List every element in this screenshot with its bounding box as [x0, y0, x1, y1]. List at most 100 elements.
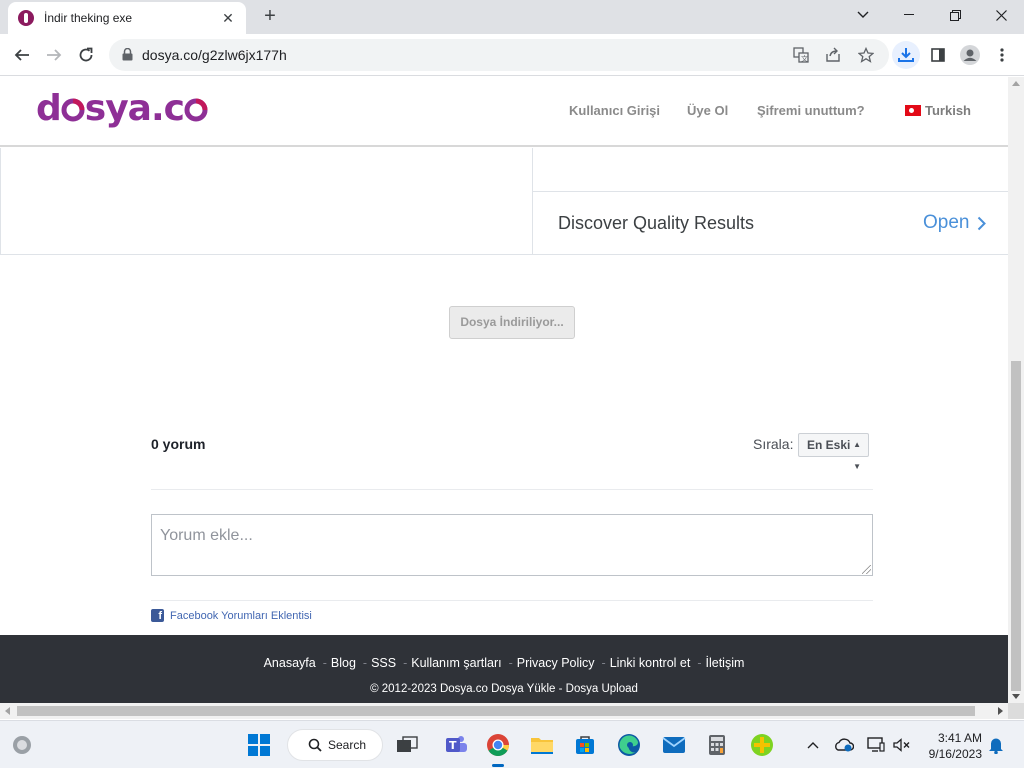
register-link[interactable]: Üye Ol [687, 103, 728, 118]
footer-link-terms[interactable]: Kullanım şartları [411, 656, 501, 670]
page-viewport: d sya.c Kullanıcı Girişi Üye Ol Şifremi u… [0, 77, 1008, 703]
site-favicon-icon [18, 10, 34, 26]
footer-link-blog[interactable]: Blog [331, 656, 356, 670]
site-footer: Anasayfa - Blog - SSS - Kullanım şartları - Priv… [0, 635, 1008, 703]
restore-button[interactable] [932, 0, 978, 30]
logo-o-icon [61, 98, 85, 122]
tab-close-icon[interactable]: ✕ [220, 10, 236, 27]
separator: - [403, 656, 408, 670]
site-logo[interactable]: d sya.c [36, 88, 208, 129]
downloads-button[interactable] [892, 41, 920, 69]
back-button[interactable] [8, 41, 36, 69]
footer-link-check[interactable]: Linki kontrol et [610, 656, 691, 670]
side-panel-icon[interactable] [924, 41, 952, 69]
ad-open-label: Open [923, 212, 970, 233]
forgot-password-link[interactable]: Şifremi unuttum? [757, 103, 865, 118]
lock-icon[interactable] [122, 47, 133, 66]
edge-icon[interactable] [613, 729, 645, 761]
turkish-flag-icon [905, 105, 921, 116]
scrollbar-thumb[interactable] [1011, 361, 1021, 691]
ad-headline[interactable]: Discover Quality Results [558, 213, 754, 234]
sort-label: Sırala: [753, 436, 794, 452]
address-bar[interactable]: dosya.co/g2zlw6jx177h 文 [109, 39, 889, 71]
start-button-windows-icon[interactable] [243, 729, 275, 761]
comment-input[interactable]: Yorum ekle... [151, 514, 873, 576]
separator: - [601, 656, 606, 670]
footer-link-home[interactable]: Anasayfa [264, 656, 316, 670]
ad-open-button[interactable]: Open [923, 212, 987, 234]
calculator-icon[interactable] [701, 729, 733, 761]
taskbar-search[interactable]: Search [287, 729, 383, 761]
forward-button[interactable] [40, 41, 68, 69]
display-icon[interactable] [866, 735, 886, 755]
clock-date: 9/16/2023 [928, 747, 982, 761]
scroll-right-arrow-icon[interactable] [998, 707, 1003, 715]
close-window-button[interactable] [978, 0, 1024, 30]
svg-text:文: 文 [801, 54, 808, 63]
minimize-button[interactable] [886, 0, 932, 30]
scroll-up-arrow-icon[interactable] [1012, 81, 1020, 86]
download-status-button[interactable]: Dosya İndiriliyor... [449, 306, 575, 339]
footer-link-faq[interactable]: SSS [371, 656, 396, 670]
translate-icon[interactable]: 文 [791, 45, 811, 65]
tab-title: İndir theking exe [44, 11, 133, 25]
sort-arrows-icon: ▲ ▼ [853, 440, 861, 471]
logo-text-part: d [36, 88, 62, 129]
divider [151, 600, 873, 601]
separator: - [508, 656, 513, 670]
notification-bell-icon[interactable] [986, 735, 1006, 755]
url-text[interactable]: dosya.co/g2zlw6jx177h [142, 47, 287, 63]
facebook-icon: f [151, 609, 164, 622]
file-explorer-icon[interactable] [526, 729, 558, 761]
language-selector[interactable]: Turkish [905, 103, 971, 118]
chrome-menu-icon[interactable] [988, 41, 1016, 69]
scrollbar-thumb[interactable] [17, 706, 975, 716]
site-header: d sya.c Kullanıcı Girişi Üye Ol Şifremi u… [0, 77, 1008, 147]
active-app-indicator [492, 764, 504, 767]
logo-o-icon [184, 98, 208, 122]
ad-container [0, 148, 1008, 255]
separator: - [322, 656, 327, 670]
weather-widget-icon[interactable] [6, 729, 38, 761]
ad-divider [533, 191, 1008, 192]
language-label: Turkish [925, 103, 971, 118]
footer-links: Anasayfa - Blog - SSS - Kullanım şartları - Priv… [0, 656, 1008, 670]
teams-icon[interactable]: T [440, 729, 472, 761]
profile-avatar-icon[interactable] [956, 41, 984, 69]
sort-value: En Eski [807, 438, 851, 452]
store-icon[interactable] [569, 729, 601, 761]
volume-muted-icon[interactable] [892, 735, 912, 755]
separator: - [362, 656, 368, 670]
footer-copyright: © 2012-2023 Dosya.co Dosya Yükle - Dosya… [370, 683, 638, 695]
chrome-icon[interactable] [482, 729, 514, 761]
horizontal-scrollbar[interactable] [0, 703, 1008, 719]
login-link[interactable]: Kullanıcı Girişi [569, 103, 660, 118]
plus-app-icon[interactable] [746, 729, 778, 761]
logo-text-part: sya.c [84, 88, 185, 129]
reload-button[interactable] [72, 41, 100, 69]
sort-select[interactable]: En Eski ▲ ▼ [798, 433, 869, 471]
facebook-plugin-label: Facebook Yorumları Eklentisi [170, 609, 312, 622]
facebook-plugin-link[interactable]: f Facebook Yorumları Eklentisi [151, 609, 312, 622]
search-label: Search [328, 738, 367, 752]
onedrive-icon[interactable] [834, 735, 854, 755]
comment-placeholder: Yorum ekle... [160, 527, 253, 544]
scroll-down-arrow-icon[interactable] [1012, 694, 1020, 699]
tab-search-chevron-icon[interactable] [840, 0, 886, 30]
new-tab-button[interactable]: + [258, 4, 282, 28]
mail-icon[interactable] [658, 729, 690, 761]
resize-grip-icon[interactable] [862, 565, 871, 574]
browser-tab[interactable]: İndir theking exe ✕ [8, 2, 246, 34]
taskbar-clock[interactable]: 3:41 AM 9/16/2023 [918, 730, 982, 762]
share-icon[interactable] [823, 45, 843, 65]
task-view-icon[interactable] [391, 729, 423, 761]
vertical-scrollbar[interactable] [1008, 77, 1024, 703]
footer-link-privacy[interactable]: Privacy Policy [517, 656, 595, 670]
scroll-left-arrow-icon[interactable] [5, 707, 10, 715]
separator: - [697, 656, 702, 670]
bookmark-star-icon[interactable] [856, 45, 876, 65]
tray-overflow-chevron-icon[interactable] [803, 735, 823, 755]
footer-link-contact[interactable]: İletişim [706, 656, 745, 670]
ad-divider [532, 148, 533, 255]
divider [151, 489, 873, 490]
